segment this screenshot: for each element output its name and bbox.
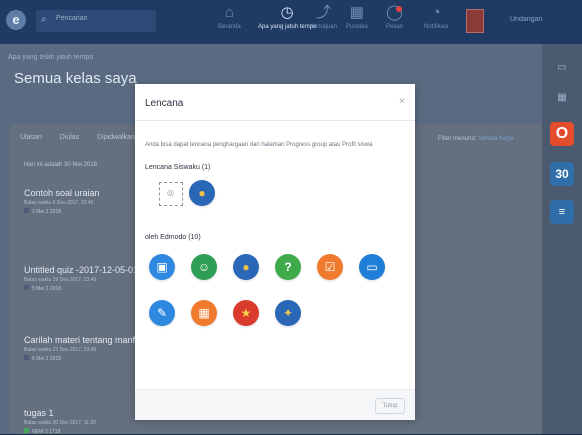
nav-progress-label: Kemajuan [310, 24, 338, 30]
search-icon: ⌕ [41, 14, 47, 25]
medal-badge-icon[interactable]: ● [189, 180, 215, 206]
badges-modal: Lencana × Anda bisa dapat lencana pengha… [135, 84, 415, 420]
page-header-small: Apa yang telah jatuh tempo [8, 54, 94, 61]
modal-footer: Tutup [135, 389, 415, 420]
assignment-item[interactable]: Contoh soal uraian Batas waktu 6 Des 201… [24, 188, 100, 215]
today-date: Hari ini adalah 30 Mei 2018 [24, 162, 98, 168]
right-sidebar: ▭ ▦ O 30 ≡ [542, 44, 582, 434]
edmodo-badges-title: oleh Edmodo (10) [145, 234, 201, 241]
filter-value[interactable]: Semua Kerja [478, 136, 513, 142]
gift-badge-icon[interactable]: ▣ [149, 254, 175, 280]
assignment-badge: 2 Mei 2 2018 [24, 208, 100, 215]
page-title[interactable]: Semua kelas saya [14, 70, 137, 87]
search-placeholder: Pencarian [56, 15, 88, 22]
nav-library-label: Pustaka [346, 24, 368, 30]
calendar-number: 30 [555, 167, 569, 181]
assignment-meta: Batas waktu 30 Des 2017, 11:30 [24, 420, 96, 426]
check-badge-icon[interactable]: ☑ [317, 254, 343, 280]
nav-library[interactable]: ▦ Pustaka [346, 4, 368, 44]
add-badge-slot[interactable]: ◎ [159, 182, 183, 206]
bell-icon: ◔ [431, 4, 441, 21]
messages-badge [396, 6, 402, 12]
assignment-badge: 5 Mei 2 2018 [24, 285, 151, 292]
trash-icon[interactable]: ▭ [554, 60, 570, 76]
calendar-icon[interactable]: 30 [550, 162, 574, 186]
home-icon: ⌂ [224, 4, 234, 21]
question-badge-icon[interactable]: ? [275, 254, 301, 280]
filter-control[interactable]: Filter menurut: Semua Kerja [438, 136, 513, 142]
assignment-item[interactable]: Carilah materi tentang manfat t Batas wa… [24, 335, 148, 362]
user-link[interactable]: Undangan [510, 16, 542, 23]
app-logo[interactable]: e [6, 10, 26, 30]
close-button[interactable]: Tutup [375, 398, 405, 414]
nav-notifications[interactable]: ◔ Notifikasi [424, 4, 448, 44]
assignment-title[interactable]: Carilah materi tentang manfat t [24, 335, 148, 345]
search-box[interactable]: ⌕ Pencarian [36, 10, 156, 32]
note-badge-icon[interactable]: ✎ [149, 300, 175, 326]
assignment-badge: 5 Mei 2 2018 [24, 355, 148, 362]
book-icon: ▦ [349, 4, 364, 21]
chart-icon: ⤴ [316, 4, 332, 21]
nav-home-label: Beranda [218, 24, 241, 30]
nav-messages[interactable]: ◯ Pesan [386, 4, 403, 44]
assignment-meta: Batas waktu 6 Des 2017, 23:45 [24, 200, 94, 206]
top-navigation-bar: e ⌕ Pencarian ⌂ Beranda ◷ Apa yang jatuh… [0, 0, 582, 44]
assignment-meta: Batas waktu 23 Des 2017, 23:45 [24, 347, 97, 353]
calendar-badge-icon[interactable]: ▦ [191, 300, 217, 326]
modal-info-text: Anda bisa dapat lencana penghargaan dari… [145, 142, 373, 148]
cup-badge-icon[interactable]: ▭ [359, 254, 385, 280]
assignment-tabs: Ulasan Diulas Dijadwalkan [20, 134, 151, 141]
ribbon-badge-icon[interactable]: ✦ [275, 300, 301, 326]
assignment-title[interactable]: Contoh soal uraian [24, 188, 100, 198]
tab-ulasan[interactable]: Ulasan [20, 134, 42, 141]
assignment-item[interactable]: tugas 1 Batas waktu 30 Des 2017, 11:30 N… [24, 408, 96, 435]
nav-messages-label: Pesan [386, 24, 404, 30]
nav-progress[interactable]: ⤴ Kemajuan [310, 4, 337, 44]
nav-due[interactable]: ◷ Apa yang jatuh tempo [258, 4, 316, 44]
modal-divider [135, 120, 415, 121]
assignment-title[interactable]: Untitled quiz -2017-12-05-01-26 [24, 265, 151, 275]
nav-due-label: Apa yang jatuh tempo [258, 24, 317, 30]
tab-diulas[interactable]: Diulas [60, 134, 79, 141]
assignment-title[interactable]: tugas 1 [24, 408, 54, 418]
grid-icon[interactable]: ▦ [554, 90, 570, 106]
my-badges-title: Lencana Siswaku (1) [145, 164, 211, 171]
assignment-meta: Batas waktu 19 Des 2017, 23:45 [24, 277, 97, 283]
office-icon[interactable]: O [550, 122, 574, 146]
close-icon[interactable]: × [399, 96, 405, 107]
quiz-icon[interactable]: ≡ [550, 200, 574, 224]
avatar[interactable] [466, 9, 484, 33]
gold-medal-badge-icon[interactable]: ● [233, 254, 259, 280]
filter-label: Filter menurut: [438, 136, 477, 142]
assignment-item[interactable]: Untitled quiz -2017-12-05-01-26 Batas wa… [24, 265, 151, 292]
clock-icon: ◷ [280, 4, 294, 21]
nav-home[interactable]: ⌂ Beranda [218, 4, 241, 44]
modal-title: Lencana [145, 98, 184, 109]
person-badge-icon[interactable]: ☺ [191, 254, 217, 280]
tab-dijadwalkan[interactable]: Dijadwalkan [97, 134, 135, 141]
star-badge-icon[interactable]: ★ [233, 300, 259, 326]
nav-notifications-label: Notifikasi [424, 24, 449, 30]
